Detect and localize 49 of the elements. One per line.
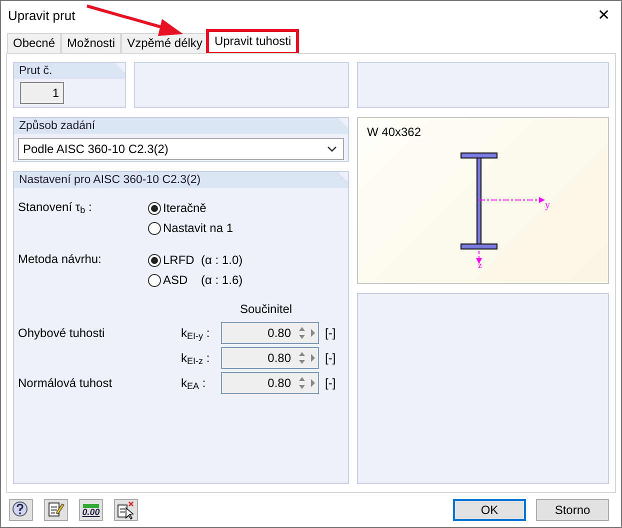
factor-spin-field[interactable]: 0.80 xyxy=(221,322,319,344)
option-label[interactable]: Iteračně xyxy=(163,199,206,217)
close-button[interactable]: ✕ xyxy=(587,4,621,28)
axis-label: z xyxy=(478,261,482,270)
unit-label: [-] xyxy=(325,375,336,392)
field-label: Normálová tuhost xyxy=(18,376,112,390)
field-label: Stanovení τ$_{b}$ : xyxy=(18,199,93,218)
tab[interactable]: Upravit tuhosti xyxy=(208,31,298,53)
unit-label: [-] xyxy=(325,325,336,342)
dialog-button[interactable]: OK xyxy=(453,499,526,521)
ruler-icon xyxy=(83,504,99,508)
z-axis-arrow xyxy=(476,250,482,264)
option-label[interactable]: Nastavit na 1 xyxy=(163,219,234,237)
axis-label: y xyxy=(545,199,550,213)
field-label: Ohybové tuhosti xyxy=(18,326,105,340)
document-cursor-icon xyxy=(116,500,136,520)
chevron-down-icon xyxy=(327,146,337,152)
factor-spin-field[interactable]: 0.80 xyxy=(221,372,319,394)
unit-label: [-] xyxy=(325,350,336,367)
edit-button[interactable] xyxy=(44,499,68,521)
radio-button[interactable] xyxy=(148,202,161,214)
option-note: (α : 1.6) xyxy=(201,272,243,289)
group-title: Prut č. xyxy=(14,63,125,79)
option-label[interactable]: LRFD xyxy=(163,251,197,269)
group-title: Nastavení pro AISC 360-10 C2.3(2) xyxy=(14,172,348,188)
decimals-button[interactable]: 0.00 xyxy=(79,499,103,521)
tab[interactable]: Možnosti xyxy=(61,33,122,53)
tab[interactable]: Vzpěmé délky xyxy=(121,33,208,53)
column-header: Součinitel xyxy=(240,301,294,318)
radio-button[interactable] xyxy=(148,254,161,266)
factor-spin-field[interactable]: 0.80 xyxy=(221,347,319,369)
y-axis-arrow xyxy=(478,197,545,203)
factor-symbol: k$_{EA}$ : xyxy=(181,375,207,392)
member-number-field[interactable]: 1 xyxy=(20,82,64,104)
factor-symbol: k$_{EI-z}$ : xyxy=(181,350,211,367)
section-name: W 40x362 xyxy=(367,124,422,141)
radio-button[interactable] xyxy=(148,274,161,286)
pick-button[interactable] xyxy=(114,499,138,521)
help-button[interactable] xyxy=(9,499,33,521)
radio-button[interactable] xyxy=(148,222,161,234)
window-title: Upravit prut xyxy=(8,7,76,26)
tab[interactable]: Obecné xyxy=(7,33,62,53)
dialog-button[interactable]: Storno xyxy=(536,499,609,521)
field-label: Metoda návrhu: xyxy=(18,251,102,268)
group-title: Způsob zadání xyxy=(14,118,348,134)
option-note: (α : 1.0) xyxy=(201,252,243,269)
input-method-dropdown[interactable]: Podle AISC 360-10 C2.3(2) xyxy=(18,138,344,160)
option-label[interactable]: ASD xyxy=(163,271,197,289)
factor-symbol: k$_{EI-y}$ : xyxy=(181,325,211,342)
